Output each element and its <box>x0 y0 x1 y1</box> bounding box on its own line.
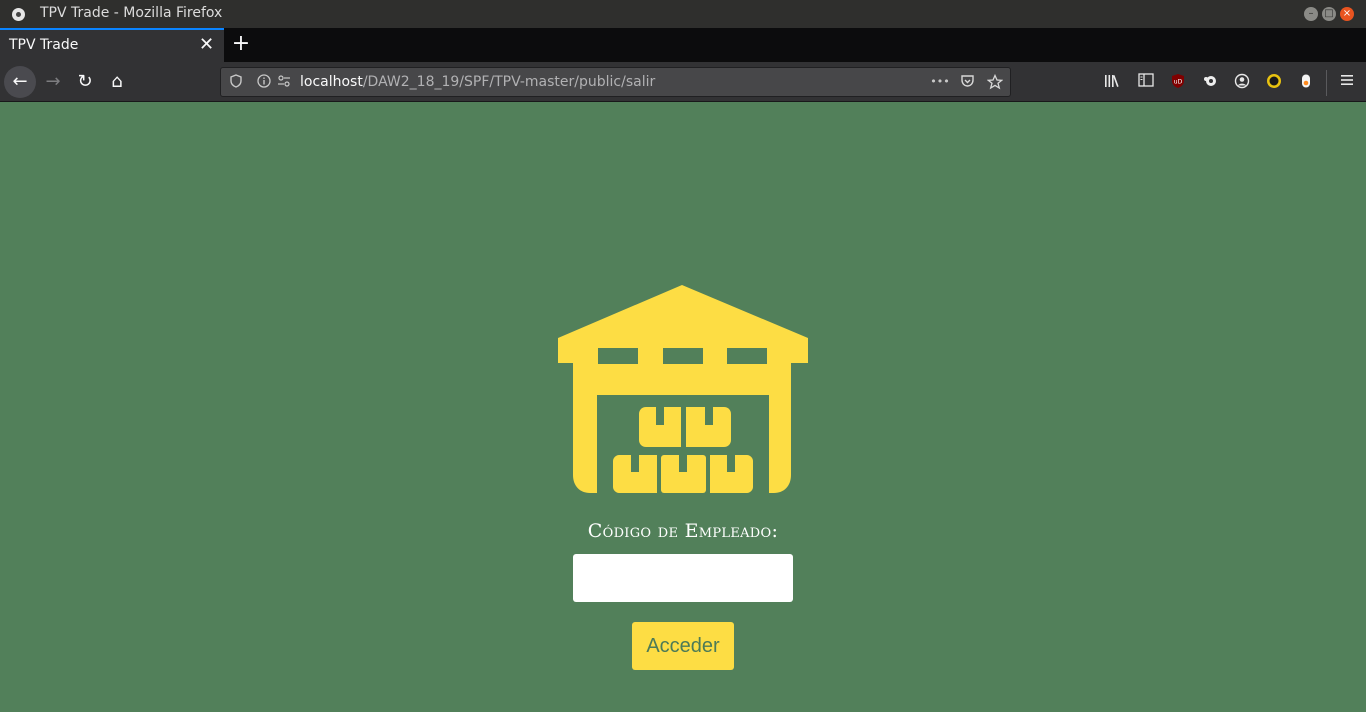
maximize-button[interactable]: □ <box>1322 7 1336 21</box>
tab-strip: TPV Trade ✕ + <box>0 28 1366 62</box>
window-title: TPV Trade - Mozilla Firefox <box>40 5 223 21</box>
navigation-toolbar: ← → ↻ ⌂ localhost/DAW2_18_19/SPF/TPV-mas… <box>0 62 1366 102</box>
menu-icon[interactable] <box>1338 73 1356 91</box>
page-actions-icon[interactable]: ••• <box>929 74 951 90</box>
page-content: Código de Empleado: Acceder <box>0 102 1366 712</box>
login-button[interactable]: Acceder <box>632 622 734 670</box>
toolbar-separator <box>1326 70 1327 96</box>
warehouse-icon <box>558 285 808 493</box>
tab-label: TPV Trade <box>9 37 79 53</box>
tab-close-icon[interactable]: ✕ <box>199 34 214 55</box>
bookmark-star-icon[interactable] <box>986 73 1004 90</box>
employee-code-label: Código de Empleado: <box>587 520 779 542</box>
svg-text:uD: uD <box>1174 79 1183 86</box>
forward-button[interactable]: → <box>37 66 69 98</box>
permissions-icon[interactable] <box>276 74 292 90</box>
site-info-icon[interactable] <box>256 74 272 90</box>
url-host: localhost <box>300 74 363 90</box>
reload-button[interactable]: ↻ <box>69 66 101 98</box>
ublock-icon[interactable]: uD <box>1169 73 1187 91</box>
url-bar[interactable]: localhost/DAW2_18_19/SPF/TPV-master/publ… <box>220 67 1011 97</box>
employee-code-input[interactable] <box>573 554 793 602</box>
url-path: /DAW2_18_19/SPF/TPV-master/public/salir <box>362 74 656 90</box>
account-icon[interactable] <box>1233 73 1251 91</box>
tab-tpv-trade[interactable]: TPV Trade ✕ <box>0 28 224 62</box>
close-window-button[interactable]: × <box>1340 7 1354 21</box>
new-tab-button[interactable]: + <box>230 30 252 58</box>
window-titlebar: TPV Trade - Mozilla Firefox – □ × <box>0 0 1366 28</box>
library-icon[interactable] <box>1104 73 1122 91</box>
pocket-icon[interactable] <box>959 74 975 90</box>
home-button[interactable]: ⌂ <box>101 66 133 98</box>
extension-icon[interactable] <box>1201 73 1219 91</box>
mouse-extension-icon[interactable] <box>1297 73 1315 91</box>
dark-reader-icon[interactable] <box>1265 73 1283 91</box>
minimize-button[interactable]: – <box>1304 7 1318 21</box>
back-button[interactable]: ← <box>4 66 36 98</box>
url-text[interactable]: localhost/DAW2_18_19/SPF/TPV-master/publ… <box>300 74 655 90</box>
tracking-shield-icon[interactable] <box>228 74 244 90</box>
app-icon <box>12 8 25 21</box>
sidebar-icon[interactable] <box>1137 73 1155 91</box>
